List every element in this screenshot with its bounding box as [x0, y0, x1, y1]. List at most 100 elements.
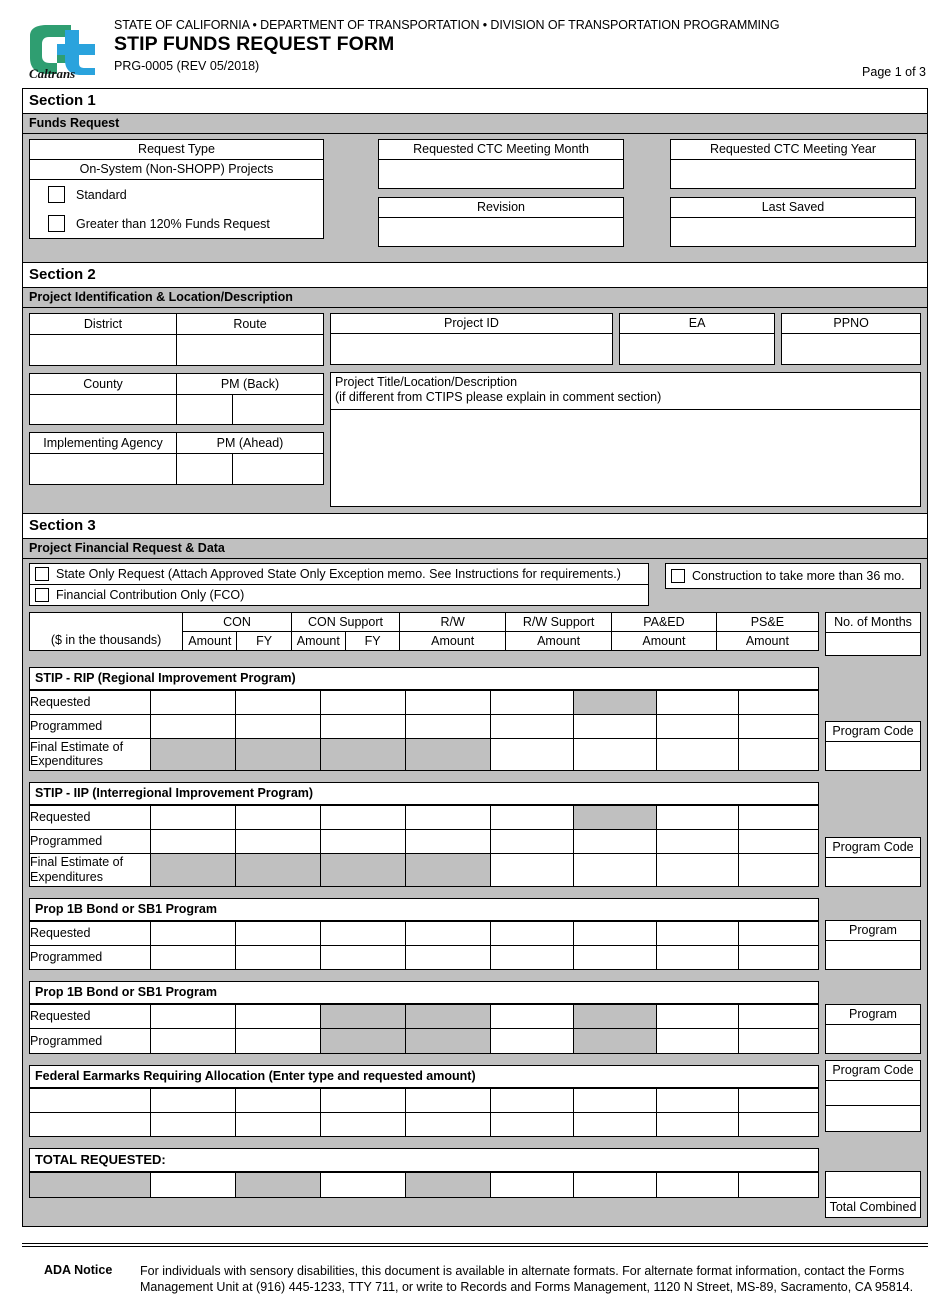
implementing-agency-input[interactable] [30, 454, 177, 484]
block-side-field[interactable]: Program Code [825, 721, 921, 771]
block-side-input[interactable] [826, 941, 920, 969]
cell-4[interactable] [490, 738, 573, 770]
total-cell-4[interactable] [405, 1173, 490, 1197]
revision-field[interactable]: Revision [378, 197, 624, 247]
cell-0[interactable] [150, 714, 235, 738]
cell-5[interactable] [573, 830, 656, 854]
county-input[interactable] [30, 394, 177, 424]
cell-4[interactable] [490, 806, 573, 830]
route-input[interactable] [177, 335, 324, 365]
cell-6[interactable] [656, 806, 738, 830]
cell-6[interactable] [656, 945, 738, 969]
cell-0[interactable] [150, 1005, 235, 1029]
earmark-cell-5[interactable] [490, 1112, 573, 1136]
fco-row[interactable]: Financial Contribution Only (FCO) [30, 585, 648, 605]
earmarks-side-input-1[interactable] [826, 1081, 920, 1106]
cell-6[interactable] [656, 690, 738, 714]
total-cell-2[interactable] [235, 1173, 320, 1197]
cell-6[interactable] [656, 1005, 738, 1029]
cell-5[interactable] [573, 714, 656, 738]
earmark-cell-0[interactable] [30, 1088, 150, 1112]
earmark-cell-1[interactable] [150, 1112, 235, 1136]
no-of-months-input[interactable] [826, 633, 920, 655]
earmark-cell-2[interactable] [235, 1112, 320, 1136]
block-side-field[interactable]: Program Code [825, 837, 921, 887]
cell-7[interactable] [738, 1029, 818, 1053]
last-saved-field[interactable]: Last Saved [670, 197, 916, 247]
cell-4[interactable] [490, 1029, 573, 1053]
cell-2[interactable] [320, 806, 405, 830]
total-cell-7[interactable] [656, 1173, 738, 1197]
cell-5[interactable] [573, 690, 656, 714]
cell-3[interactable] [405, 830, 490, 854]
total-combined-field[interactable]: Total Combined [825, 1171, 921, 1218]
cell-4[interactable] [490, 714, 573, 738]
project-description-input[interactable] [331, 410, 920, 506]
cell-0[interactable] [150, 921, 235, 945]
cell-0[interactable] [150, 738, 235, 770]
cell-1[interactable] [235, 830, 320, 854]
ea-field[interactable]: EA [619, 313, 775, 365]
cell-2[interactable] [320, 945, 405, 969]
construction-36mo-row[interactable]: Construction to take more than 36 mo. [665, 563, 921, 589]
cell-4[interactable] [490, 945, 573, 969]
cell-4[interactable] [490, 1005, 573, 1029]
cell-6[interactable] [656, 921, 738, 945]
cell-4[interactable] [490, 854, 573, 886]
ppno-field[interactable]: PPNO [781, 313, 921, 365]
block-side-input[interactable] [826, 858, 920, 886]
checkbox-row-greater-120[interactable]: Greater than 120% Funds Request [30, 209, 323, 238]
total-cell-0[interactable] [30, 1173, 150, 1197]
earmark-cell-8[interactable] [738, 1088, 818, 1112]
total-combined-input[interactable] [826, 1172, 920, 1198]
earmark-cell-8[interactable] [738, 1112, 818, 1136]
earmark-cell-6[interactable] [573, 1112, 656, 1136]
cell-3[interactable] [405, 1029, 490, 1053]
cell-4[interactable] [490, 690, 573, 714]
cell-2[interactable] [320, 921, 405, 945]
pm-back-input-b[interactable] [232, 394, 323, 424]
total-cell-8[interactable] [738, 1173, 818, 1197]
cell-4[interactable] [490, 830, 573, 854]
earmark-cell-7[interactable] [656, 1088, 738, 1112]
cell-1[interactable] [235, 854, 320, 886]
earmark-cell-1[interactable] [150, 1088, 235, 1112]
cell-4[interactable] [490, 921, 573, 945]
block-side-input[interactable] [826, 1025, 920, 1053]
cell-1[interactable] [235, 738, 320, 770]
project-id-input[interactable] [331, 334, 612, 364]
earmark-cell-0[interactable] [30, 1112, 150, 1136]
last-saved-input[interactable] [671, 218, 915, 246]
cell-5[interactable] [573, 854, 656, 886]
cell-5[interactable] [573, 1005, 656, 1029]
state-only-request-checkbox[interactable] [35, 567, 49, 581]
cell-7[interactable] [738, 921, 818, 945]
project-id-field[interactable]: Project ID [330, 313, 613, 365]
cell-5[interactable] [573, 1029, 656, 1053]
no-of-months-field[interactable]: No. of Months [825, 612, 921, 656]
cell-0[interactable] [150, 830, 235, 854]
cell-1[interactable] [235, 945, 320, 969]
earmark-cell-3[interactable] [320, 1088, 405, 1112]
cell-2[interactable] [320, 738, 405, 770]
earmark-cell-5[interactable] [490, 1088, 573, 1112]
earmark-cell-2[interactable] [235, 1088, 320, 1112]
cell-1[interactable] [235, 806, 320, 830]
pm-ahead-input-b[interactable] [232, 454, 323, 484]
total-cell-3[interactable] [320, 1173, 405, 1197]
cell-1[interactable] [235, 690, 320, 714]
block-side-field[interactable]: Program [825, 920, 921, 970]
ea-input[interactable] [620, 334, 774, 364]
cell-7[interactable] [738, 854, 818, 886]
cell-7[interactable] [738, 1005, 818, 1029]
cell-3[interactable] [405, 1005, 490, 1029]
cell-1[interactable] [235, 1005, 320, 1029]
ctc-meeting-month-field[interactable]: Requested CTC Meeting Month [378, 139, 624, 189]
cell-1[interactable] [235, 1029, 320, 1053]
cell-2[interactable] [320, 690, 405, 714]
cell-6[interactable] [656, 854, 738, 886]
earmarks-side-input-2[interactable] [826, 1106, 920, 1131]
pm-back-input-a[interactable] [177, 394, 233, 424]
cell-3[interactable] [405, 806, 490, 830]
cell-7[interactable] [738, 830, 818, 854]
